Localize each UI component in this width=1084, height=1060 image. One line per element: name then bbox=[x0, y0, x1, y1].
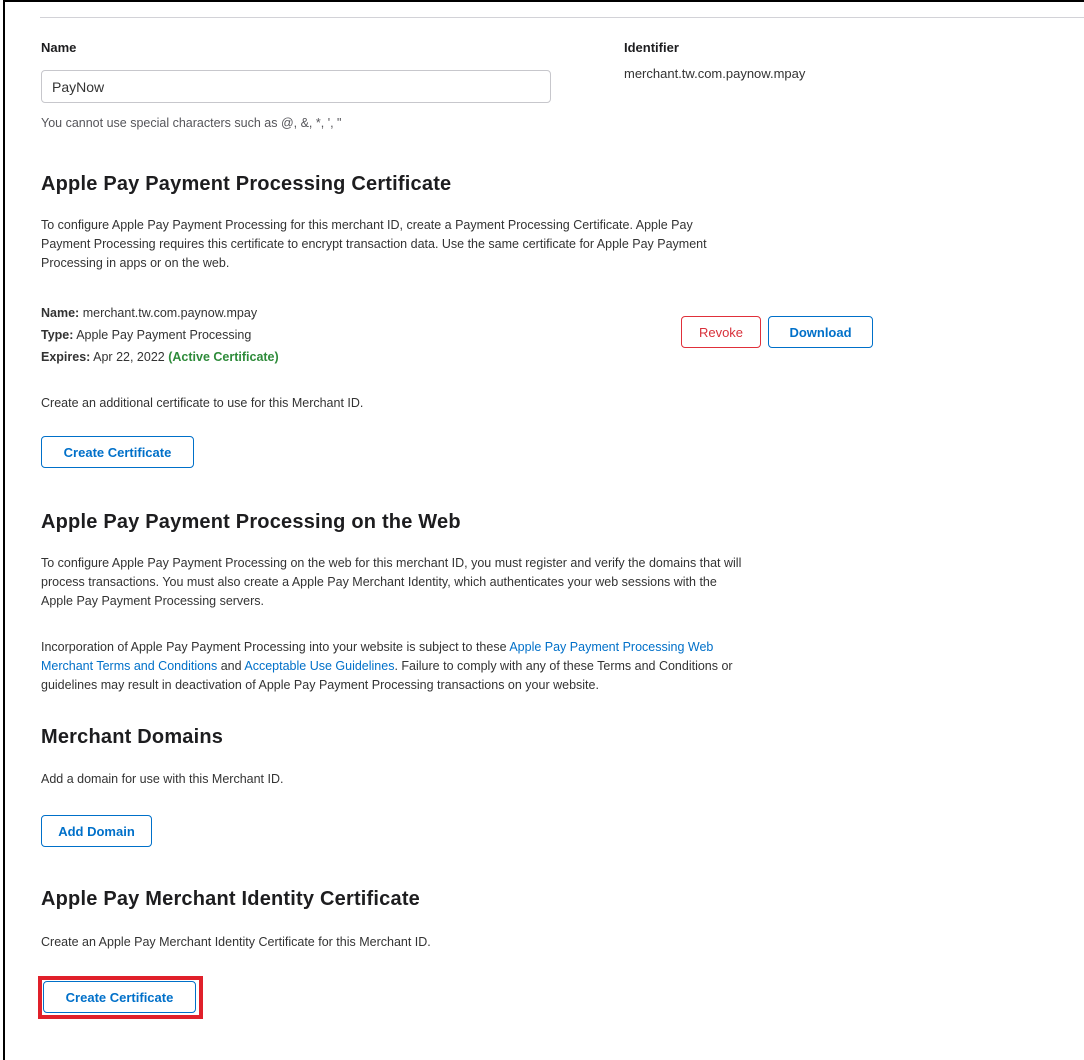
additional-cert-text: Create an additional certificate to use … bbox=[41, 396, 364, 410]
cert-name-label: Name: bbox=[41, 306, 80, 320]
web-processing-heading: Apple Pay Payment Processing on the Web bbox=[41, 511, 461, 533]
revoke-button[interactable]: Revoke bbox=[681, 316, 761, 348]
identifier-label: Identifier bbox=[624, 40, 679, 55]
cert-name-value: merchant.tw.com.paynow.mpay bbox=[82, 306, 258, 320]
description-line: To configure Apple Pay Payment Processin… bbox=[41, 218, 693, 232]
merchant-terms-link[interactable]: Apple Pay Payment Processing Web bbox=[509, 640, 713, 654]
terms-paragraph: Incorporation of Apple Pay Payment Proce… bbox=[41, 638, 1071, 695]
description-line: Payment Processing requires this certifi… bbox=[41, 237, 707, 251]
terms-text: Incorporation of Apple Pay Payment Proce… bbox=[41, 640, 510, 654]
cert-type-label: Type: bbox=[41, 328, 74, 342]
acceptable-use-guidelines-link[interactable]: Acceptable Use Guidelines bbox=[244, 659, 394, 673]
merchant-domains-description: Add a domain for use with this Merchant … bbox=[41, 772, 284, 786]
processing-cert-heading: Apple Pay Payment Processing Certificate bbox=[41, 173, 452, 195]
description-line: process transactions. You must also crea… bbox=[41, 575, 717, 589]
web-processing-description: To configure Apple Pay Payment Processin… bbox=[41, 554, 1071, 611]
add-domain-button[interactable]: Add Domain bbox=[41, 815, 152, 847]
name-label: Name bbox=[41, 40, 77, 55]
description-line: Apple Pay Payment Processing servers. bbox=[41, 594, 265, 608]
cert-expires-label: Expires: bbox=[41, 350, 91, 364]
create-identity-certificate-button[interactable]: Create Certificate bbox=[43, 981, 196, 1013]
terms-text: . Failure to comply with any of these Te… bbox=[394, 659, 733, 673]
download-button[interactable]: Download bbox=[768, 316, 873, 348]
name-hint: You cannot use special characters such a… bbox=[41, 116, 342, 130]
cert-expires-value: Apr 22, 2022 bbox=[93, 350, 165, 364]
name-input[interactable] bbox=[41, 70, 551, 103]
cert-expires-row: Expires: Apr 22, 2022 (Active Certificat… bbox=[41, 346, 541, 368]
cert-status-badge: (Active Certificate) bbox=[168, 350, 279, 364]
merchant-terms-link-continued[interactable]: Merchant Terms and Conditions bbox=[41, 659, 217, 673]
create-processing-certificate-button[interactable]: Create Certificate bbox=[41, 436, 194, 468]
identity-cert-description: Create an Apple Pay Merchant Identity Ce… bbox=[41, 935, 431, 949]
terms-line: Incorporation of Apple Pay Payment Proce… bbox=[41, 638, 1071, 657]
cert-type-value: Apple Pay Payment Processing bbox=[76, 328, 252, 342]
cert-type-row: Type: Apple Pay Payment Processing bbox=[41, 324, 541, 346]
divider bbox=[40, 17, 1084, 18]
terms-line: Merchant Terms and Conditions and Accept… bbox=[41, 657, 1071, 676]
cert-name-row: Name: merchant.tw.com.paynow.mpay bbox=[41, 302, 541, 324]
terms-text: and bbox=[217, 659, 245, 673]
cert-details: Name: merchant.tw.com.paynow.mpay Type: … bbox=[41, 302, 541, 368]
description-line: To configure Apple Pay Payment Processin… bbox=[41, 556, 742, 570]
identifier-value: merchant.tw.com.paynow.mpay bbox=[624, 66, 806, 81]
processing-cert-description: To configure Apple Pay Payment Processin… bbox=[41, 216, 1041, 273]
description-line: Processing in apps or on the web. bbox=[41, 256, 230, 270]
merchant-domains-heading: Merchant Domains bbox=[41, 726, 224, 748]
terms-line: guidelines may result in deactivation of… bbox=[41, 678, 599, 692]
identity-cert-heading: Apple Pay Merchant Identity Certificate bbox=[41, 888, 421, 910]
